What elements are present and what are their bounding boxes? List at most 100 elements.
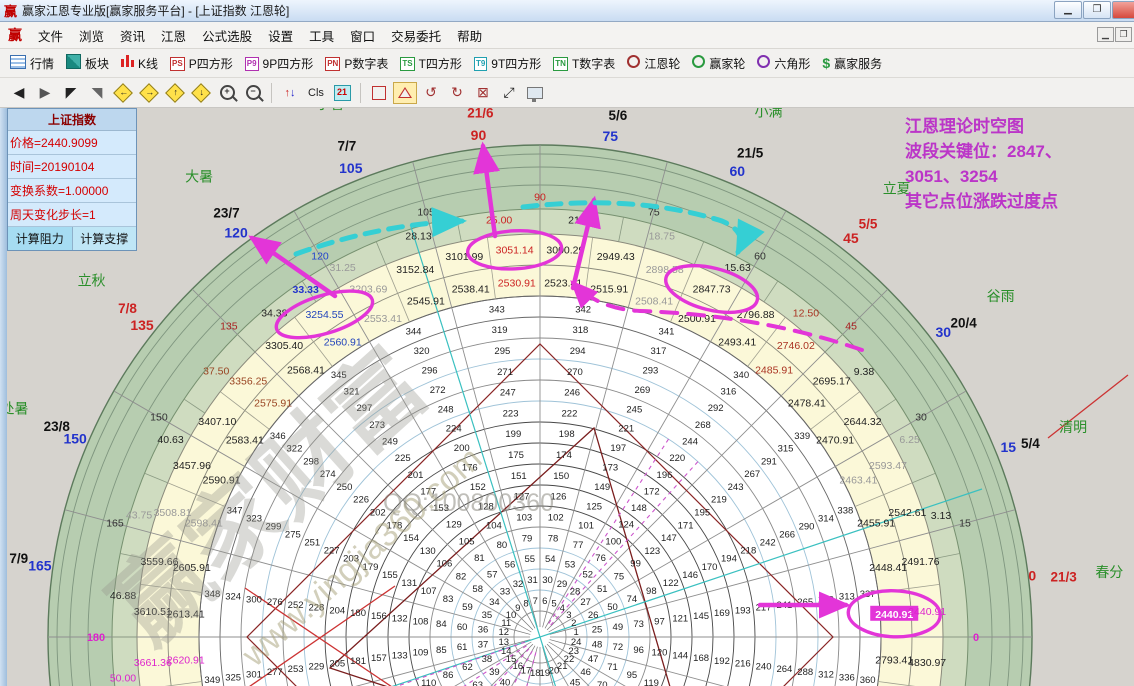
tool-diamond-left[interactable]: ← [111,82,135,104]
svg-text:325: 325 [225,672,241,683]
tool-rotate-ccw[interactable]: ↺ [419,82,443,104]
tool-rotate-cw[interactable]: ↻ [445,82,469,104]
minimize-button[interactable]: ▁ [1054,1,1082,19]
tool-collapse-arrows[interactable]: ⤢ [497,82,521,104]
conversion-row: 变换系数=1.00000 [8,179,136,203]
calc-support-button[interactable]: 计算支撑 [73,227,137,250]
svg-text:61: 61 [457,642,468,653]
menu-item-6[interactable]: 工具 [301,23,342,48]
svg-text:226: 226 [353,495,369,506]
svg-text:30: 30 [915,412,927,424]
toolbar-button-p-square[interactable]: PSP四方形 [167,53,236,74]
toolbar-button-t-number-table[interactable]: TNT数字表 [550,53,618,74]
tool-updown[interactable]: ↑↓ [278,82,302,104]
toolbar-button-9p-square[interactable]: P99P四方形 [242,53,316,74]
svg-text:36: 36 [478,624,489,635]
toolbar-button-winner-wheel[interactable]: 赢家轮 [689,53,748,74]
svg-text:21/3: 21/3 [1050,569,1077,584]
toolbar-button-market-quotes[interactable]: 行情 [7,53,57,74]
tool-prev[interactable]: ◀ [7,82,31,104]
menu-item-4[interactable]: 公式选股 [194,23,260,48]
svg-text:2644.32: 2644.32 [844,416,882,428]
svg-text:2508.41: 2508.41 [635,295,673,307]
svg-text:122: 122 [663,578,679,589]
svg-text:269: 269 [634,385,650,396]
svg-text:60: 60 [754,250,766,262]
toolbar-button-9t-square[interactable]: T99T四方形 [471,53,544,74]
menu-item-2[interactable]: 资讯 [112,23,153,48]
svg-text:108: 108 [413,616,429,627]
menu-item-5[interactable]: 设置 [260,23,301,48]
svg-text:293: 293 [642,365,658,376]
toolbar-button-t-square[interactable]: TST四方形 [397,53,465,74]
calc-resistance-button[interactable]: 计算阻力 [8,227,73,250]
tool-calendar[interactable]: 21 [330,82,354,104]
svg-text:18.75: 18.75 [649,231,675,243]
restore-button[interactable]: ❐ [1083,1,1111,19]
tool-square-tool[interactable] [367,82,391,104]
svg-text:2560.91: 2560.91 [324,336,362,348]
window-title: 赢家江恩专业版[赢家服务平台] - [上证指数 江恩轮] [22,2,289,19]
svg-text:120: 120 [224,225,248,241]
menu-item-7[interactable]: 窗口 [342,23,383,48]
svg-text:175: 175 [508,450,524,461]
svg-text:349: 349 [204,675,220,686]
svg-text:95: 95 [627,670,638,681]
tool-cls[interactable]: Cls [304,82,328,104]
toolbar-button-gann-wheel[interactable]: 江恩轮 [624,53,683,74]
triangle-icon [398,87,412,98]
svg-text:340: 340 [733,370,749,381]
svg-text:3051.14: 3051.14 [496,244,534,256]
svg-text:119: 119 [644,678,659,686]
svg-text:25: 25 [592,624,603,635]
tool-zoom-in[interactable]: + [215,82,239,104]
menu-item-9[interactable]: 帮助 [449,23,490,48]
close-button[interactable] [1112,1,1134,19]
toolbar-button-winner-service[interactable]: $赢家服务 [819,53,885,74]
svg-text:33: 33 [500,586,511,597]
menu-item-1[interactable]: 浏览 [71,23,112,48]
svg-text:40.63: 40.63 [157,434,183,446]
toolbar-button-p-number-table[interactable]: PNP数字表 [322,53,391,74]
tool-boxed-x[interactable]: ⊠ [471,82,495,104]
tool-next[interactable]: ▶ [33,82,57,104]
svg-text:15: 15 [1000,439,1016,455]
svg-text:105: 105 [459,536,475,547]
svg-text:51: 51 [597,584,608,595]
tool-screen[interactable] [523,82,547,104]
winner-service-label: 赢家服务 [834,55,882,72]
svg-text:15: 15 [959,518,971,530]
t-number-table-label: T数字表 [572,55,615,72]
tool-zoom-out[interactable]: − [241,82,265,104]
svg-text:QQ:100800360: QQ:100800360 [383,489,554,517]
svg-text:270: 270 [567,367,583,378]
svg-text:24: 24 [571,637,582,648]
sectors-icon [66,54,81,72]
svg-text:80: 80 [497,540,508,551]
tool-triangle-tool[interactable] [393,82,417,104]
tool-diamond-down[interactable]: ↓ [189,82,213,104]
toolbar-button-hexagon[interactable]: 六角形 [754,53,813,74]
child-minimize-button[interactable]: ▁ [1097,27,1114,42]
toolbar-button-sectors[interactable]: 板块 [63,52,112,74]
svg-text:245: 245 [626,404,642,415]
svg-text:318: 318 [572,325,588,336]
svg-text:7/7: 7/7 [337,139,356,154]
tool-pointer-down[interactable]: ◥ [85,82,109,104]
tool-diamond-right[interactable]: → [137,82,161,104]
child-window-controls: ▁ ❐ [1096,27,1132,42]
menu-item-3[interactable]: 江恩 [153,23,194,48]
menu-item-8[interactable]: 交易委托 [383,23,449,48]
svg-text:39: 39 [489,667,500,678]
svg-text:5/5: 5/5 [859,217,878,232]
tool-pointer-up[interactable]: ◤ [59,82,83,104]
svg-text:171: 171 [678,520,694,531]
svg-text:342: 342 [575,304,591,315]
svg-text:45: 45 [570,678,581,686]
svg-text:145: 145 [693,611,709,622]
menu-item-0[interactable]: 文件 [30,23,71,48]
svg-text:295: 295 [494,346,510,357]
toolbar-button-kline[interactable]: K线 [118,53,161,74]
tool-diamond-up[interactable]: ↑ [163,82,187,104]
child-restore-button[interactable]: ❐ [1115,27,1132,42]
